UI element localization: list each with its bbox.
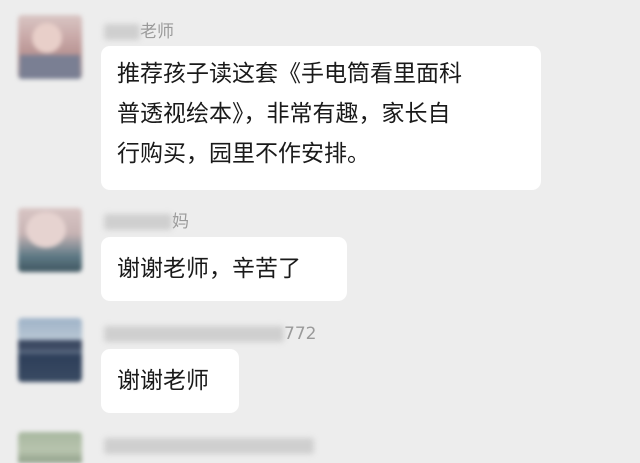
avatar[interactable] bbox=[18, 432, 82, 463]
sender-name: 772 bbox=[104, 324, 316, 344]
message-bubble[interactable]: 推荐孩子读这套《手电筒看里面科 普透视绘本》，非常有趣，家长自 行购买，园里不作… bbox=[101, 46, 541, 190]
avatar[interactable] bbox=[18, 208, 82, 272]
message-bubble[interactable]: 谢谢老师 bbox=[101, 349, 239, 413]
message-text: 谢谢老师 bbox=[117, 368, 209, 394]
message-text: 谢谢老师，辛苦了 bbox=[117, 256, 301, 282]
message-text: 普透视绘本》，非常有趣，家长自 bbox=[117, 101, 451, 127]
avatar[interactable] bbox=[18, 318, 82, 382]
message-text: 行购买，园里不作安排。 bbox=[117, 141, 370, 167]
avatar[interactable] bbox=[18, 15, 82, 79]
chat-history[interactable]: 老师 推荐孩子读这套《手电筒看里面科 普透视绘本》，非常有趣，家长自 行购买，园… bbox=[0, 0, 640, 463]
message-bubble[interactable]: 谢谢老师，辛苦了 bbox=[101, 237, 347, 301]
message-text: 推荐孩子读这套《手电筒看里面科 bbox=[117, 61, 462, 87]
sender-name: 妈 bbox=[104, 212, 189, 232]
sender-name bbox=[104, 436, 314, 456]
sender-name: 老师 bbox=[104, 22, 174, 42]
